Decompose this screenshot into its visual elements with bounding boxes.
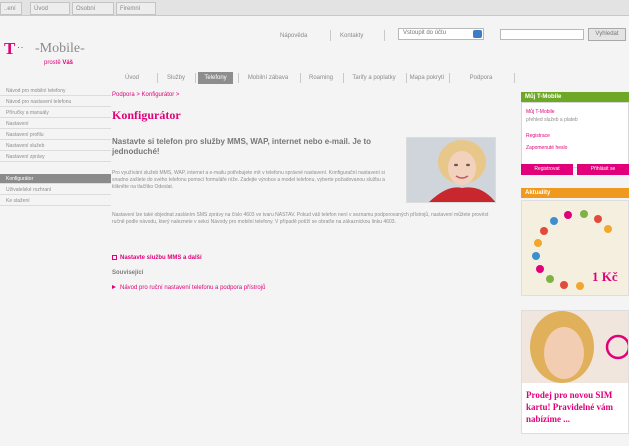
my-tmobile-text: přehled služeb a plateb: [526, 117, 578, 123]
search-input[interactable]: [500, 29, 584, 40]
promo-photo: [522, 311, 628, 383]
nav-item-telefony[interactable]: Telefony: [198, 72, 233, 84]
contacts-link[interactable]: Kontakty: [340, 30, 363, 42]
browser-tab-bar: ..ení Úvod Osobní Firemní: [0, 0, 629, 16]
t-mobile-logo[interactable]: T · · -Mobile- prostě Váš: [4, 36, 114, 74]
settings-link[interactable]: Nastavte službu MMS a další: [112, 255, 202, 261]
logo-brand: -Mobile-: [35, 41, 85, 56]
browser-tab-1[interactable]: ..ení: [0, 2, 22, 15]
login-select-value: Vstoupit do účtu: [403, 30, 447, 36]
logo-tagline-highlight: Váš: [62, 60, 74, 66]
nav-item-roaming[interactable]: Roaming: [303, 71, 339, 85]
search-button[interactable]: Vyhledat: [588, 28, 626, 41]
breadcrumb[interactable]: Podpora > Konfigurátor >: [112, 92, 179, 98]
panel-buttons: Registrovat Přihlásit se: [521, 164, 629, 175]
sidebar-item[interactable]: Nastavení služeb: [0, 141, 111, 151]
promo-banner-2[interactable]: Prodej pro novou SIM kartu! Pravidelné v…: [521, 310, 629, 434]
nav-divider: [449, 73, 450, 83]
panel-my-tmobile: Můj T-Mobile přehled služeb a plateb Reg…: [521, 102, 629, 168]
browser-tab-2[interactable]: Úvod: [30, 2, 70, 15]
sidebar-item[interactable]: Nastavení: [0, 119, 111, 129]
sidebar-item[interactable]: Návod pro nastavení telefonu: [0, 97, 111, 107]
body-paragraph: Pro využívání služeb MMS, WAP, internet …: [112, 170, 385, 190]
sidebar-item[interactable]: Nastavení zprávy: [0, 152, 111, 162]
lead-paragraph: Nastavte si telefon pro služby MMS, WAP,…: [112, 137, 372, 156]
nav-divider: [300, 73, 301, 83]
nav-divider: [157, 73, 158, 83]
body-paragraph: Nastavení lze také objednat zasláním SMS…: [112, 212, 489, 225]
nav-item-uvod[interactable]: Úvod: [117, 71, 147, 85]
nav-divider: [514, 73, 515, 83]
logo-tagline-prefix: prostě: [44, 60, 63, 66]
sidebar-item[interactable]: Nastavení profilu: [0, 130, 111, 140]
nav-divider: [238, 73, 239, 83]
login-button[interactable]: Přihlásit se: [577, 164, 629, 175]
woman-photo: [406, 137, 496, 203]
checkbox-icon: [112, 255, 117, 260]
chevron-down-icon[interactable]: [473, 30, 482, 38]
related-heading: Související: [112, 270, 144, 276]
help-link[interactable]: Nápověda: [280, 30, 307, 42]
logo-tagline: prostě Váš: [44, 60, 73, 66]
forgot-password-link[interactable]: Zapomenuté heslo: [526, 145, 567, 151]
logo-t: T: [4, 39, 16, 58]
nav-divider: [343, 73, 344, 83]
register-button[interactable]: Registrovat: [521, 164, 573, 175]
sidebar-item[interactable]: Příručky a manuály: [0, 108, 111, 118]
promo-text: Prodej pro novou SIM kartu! Pravidelné v…: [526, 390, 613, 424]
woman-photo-illustration: [407, 138, 495, 202]
related-link[interactable]: Návod pro ruční nastavení telefonu a pod…: [112, 285, 265, 291]
sidebar-item[interactable]: Uživatelské rozhraní: [0, 185, 111, 195]
nav-item-sluzby[interactable]: Služby: [161, 71, 191, 85]
promo-banner-1[interactable]: 1 Kč: [521, 200, 629, 296]
arrow-right-icon: [112, 285, 116, 290]
page-title: Konfigurátor: [112, 108, 181, 122]
logo-dots: · ·: [17, 42, 23, 52]
browser-tab-3[interactable]: Osobní: [72, 2, 114, 15]
main-navigation: Úvod Služby Telefony Mobilní zábava Roam…: [117, 71, 517, 85]
panel-my-tmobile-title: Můj T-Mobile: [521, 92, 629, 102]
browser-tab-4[interactable]: Firemní: [116, 2, 156, 15]
promo-price: 1 Kč: [592, 269, 618, 284]
nav-divider: [195, 73, 196, 83]
settings-link-label: Nastavte službu MMS a další: [120, 255, 202, 262]
related-link-label: Návod pro ruční nastavení telefonu a pod…: [120, 285, 266, 291]
register-link[interactable]: Registrace: [526, 133, 550, 139]
sidebar-item[interactable]: Ke stažení: [0, 196, 111, 206]
my-tmobile-link[interactable]: Můj T-Mobile: [526, 109, 555, 115]
nav-item-tarify[interactable]: Tarify a poplatky: [346, 71, 402, 85]
login-select[interactable]: Vstoupit do účtu: [398, 28, 484, 40]
utility-divider: [330, 30, 331, 41]
promo-woman-illustration: [522, 311, 628, 383]
sidebar-item-konfigurator[interactable]: Konfigurátor: [0, 174, 111, 184]
nav-item-mobilni-zabava[interactable]: Mobilní zábava: [241, 71, 295, 85]
utility-divider: [384, 30, 385, 41]
nav-divider: [406, 73, 407, 83]
panel-news-title: Aktuality: [521, 188, 629, 198]
nav-item-mapa-pokryti[interactable]: Mapa pokrytí: [409, 71, 445, 85]
sidebar-item[interactable]: Návod pro mobilní telefony: [0, 86, 111, 96]
nav-item-podpora[interactable]: Podpora: [452, 71, 510, 85]
